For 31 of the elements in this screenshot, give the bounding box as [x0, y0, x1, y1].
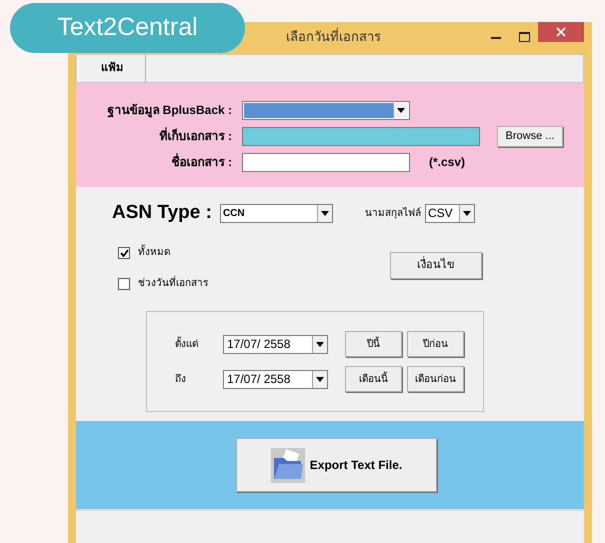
badge: Text2Central	[10, 3, 245, 53]
period-button[interactable]: ปีนี้	[345, 331, 402, 357]
period-button[interactable]: ปีก่อน	[407, 331, 464, 357]
extension-label: นามสกุลไฟล์	[364, 206, 421, 220]
date-picker[interactable]: 17/07/ 2558	[223, 334, 328, 354]
date-label: ตั้งแต่	[175, 336, 199, 352]
filename-field[interactable]	[242, 152, 410, 172]
asn-type-label: ASN Type :	[112, 200, 212, 225]
field-label: ชื่อเอกสาร :	[170, 153, 233, 171]
path-field[interactable]	[242, 126, 480, 146]
window-title: เลือกวันที่เอกสาร	[286, 27, 381, 46]
checkbox[interactable]	[118, 278, 130, 290]
folder-icon	[270, 448, 305, 482]
checkbox-label: ช่วงวันที่เอกสาร	[138, 276, 208, 291]
extension-dropdown[interactable]: CSV	[424, 204, 475, 222]
database-dropdown[interactable]	[242, 100, 410, 120]
date-picker[interactable]: 17/07/ 2558	[223, 370, 328, 388]
field-label: ฐานข้อมูล BplusBack :	[106, 102, 233, 119]
period-button[interactable]: เดือนนี้	[345, 366, 402, 392]
field-label: ที่เก็บเอกสาร :	[158, 127, 233, 145]
checkbox-label: ทั้งหมด	[138, 245, 170, 260]
extension-hint: (*.csv)	[429, 154, 466, 171]
period-button[interactable]: เดือนก่อน	[407, 366, 464, 392]
asn-type-dropdown[interactable]: CCN	[220, 204, 333, 222]
export-button[interactable]: Export Text File.	[236, 438, 437, 492]
condition-button[interactable]: เงื่อนไข	[390, 252, 482, 279]
date-label: ถึง	[175, 372, 187, 386]
browse-button[interactable]: Browse ...	[497, 126, 563, 146]
menu-item[interactable]: แฟ้ม	[77, 55, 146, 82]
checkbox[interactable]	[118, 246, 130, 258]
close-icon[interactable]	[538, 22, 584, 42]
